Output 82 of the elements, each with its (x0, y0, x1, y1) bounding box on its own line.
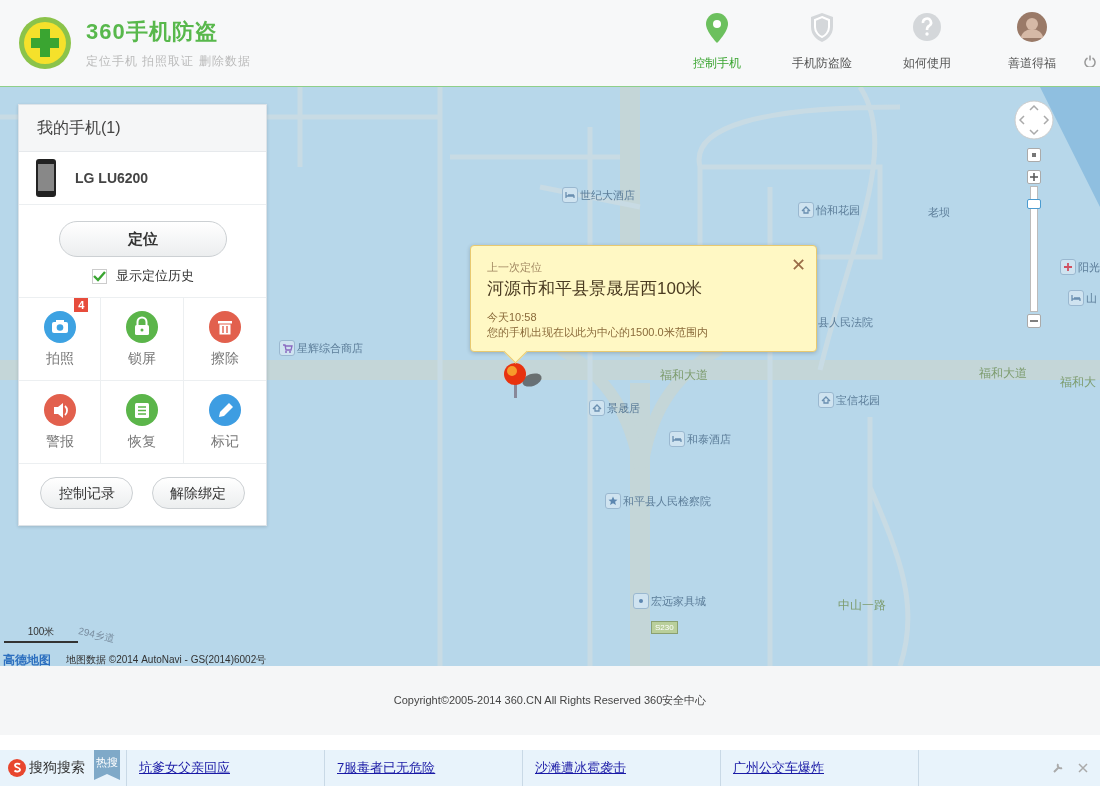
place-label: 山 (1086, 290, 1097, 306)
news-link[interactable]: 7服毒者已无危险 (337, 759, 436, 777)
bed-icon (1068, 290, 1084, 306)
copyright-text: Copyright©2005-2014 360.CN All Rights Reserved 360安全中心 (393, 693, 707, 708)
place-label: 星辉综合商店 (297, 340, 363, 356)
plus-icon (1030, 173, 1038, 181)
slider-thumb[interactable] (1027, 198, 1041, 209)
hot-search-tag: 热搜 (94, 750, 120, 780)
reset-button[interactable] (1027, 148, 1041, 162)
action-button[interactable]: 拍照 4 (19, 298, 102, 381)
cross-icon (1060, 259, 1076, 275)
speaker-icon (42, 393, 77, 427)
road-label: 福和大道 (979, 365, 1027, 382)
search-logo-icon (8, 759, 26, 777)
pencil-icon (207, 393, 242, 427)
history-checkbox[interactable] (91, 268, 107, 284)
minus-icon (1030, 317, 1038, 325)
road-label: 294乡道 (76, 624, 116, 646)
place-label: 县人民法院 (818, 315, 873, 330)
brand-title: 360手机防盗 (86, 17, 219, 46)
news-link[interactable]: 广州公交车爆炸 (733, 759, 824, 777)
zoom-slider[interactable] (1030, 186, 1038, 312)
help-icon (911, 11, 942, 43)
action-button[interactable]: 恢复 (101, 381, 184, 464)
zoom-in-button[interactable] (1027, 170, 1041, 184)
place-label: 宏远家具城 (651, 593, 706, 609)
lock-icon (125, 310, 159, 344)
locate-button[interactable]: 定位 (58, 221, 227, 257)
news-link[interactable]: 沙滩遭冰雹袭击 (535, 759, 626, 777)
place-label: 和泰酒店 (687, 431, 731, 447)
place-label: 宝信花园 (836, 392, 880, 408)
wrench-icon[interactable] (1052, 762, 1064, 774)
power-icon[interactable] (1084, 55, 1096, 67)
road-label: 福和大 (1060, 374, 1096, 391)
house-icon (818, 392, 834, 408)
close-icon[interactable] (1078, 763, 1088, 773)
popup-label: 上一次定位 (487, 260, 542, 275)
house-icon (589, 400, 605, 416)
avatar-icon (1016, 11, 1047, 43)
count-badge: 4 (74, 298, 89, 312)
place-label: 怡和花园 (816, 202, 860, 218)
cart-icon (279, 340, 295, 356)
place-label: 和平县人民检察院 (623, 493, 711, 509)
panel-button[interactable]: 解除绑定 (151, 477, 245, 509)
logo-icon (18, 16, 72, 70)
pan-control-icon[interactable] (1014, 100, 1054, 140)
map-pin-icon (504, 363, 542, 398)
news-link[interactable]: 坑爹女父亲回应 (139, 759, 230, 777)
action-button[interactable]: 标记 (183, 381, 266, 464)
nav-tab[interactable]: 如何使用 (874, 0, 979, 86)
action-button[interactable]: 锁屏 (101, 298, 184, 381)
road-label: 中山一路 (838, 597, 886, 614)
checkbox-label: 显示定位历史 (115, 267, 194, 285)
map-provider-logo: 高德地图 (3, 652, 51, 666)
bed-icon (562, 187, 578, 203)
bed-icon (669, 431, 685, 447)
location-time: 今天10:58 (487, 310, 537, 325)
nav-tab[interactable]: 手机防盗险 (769, 0, 874, 86)
camera-icon (42, 310, 77, 344)
action-button[interactable]: 警报 (19, 381, 102, 464)
close-button[interactable]: ✕ (790, 254, 806, 276)
map-scale: 100米 (4, 625, 78, 643)
location-accuracy-note: 您的手机出现在以此为中心的1500.0米范围内 (487, 325, 708, 340)
search-brand: 搜狗搜索 (29, 759, 85, 777)
place-label: 世纪大酒店 (580, 187, 635, 203)
phone-icon (35, 158, 57, 198)
zoom-out-button[interactable] (1027, 314, 1041, 328)
location-address: 河源市和平县景晟居西100米 (487, 278, 704, 300)
route-shield: S230 (651, 621, 678, 634)
document-icon (125, 393, 159, 427)
place-label: 阳光 (1078, 259, 1100, 275)
device-name: LG LU6200 (75, 170, 149, 186)
panel-title: 我的手机(1) (19, 105, 266, 152)
place-label: 老坝 (928, 205, 950, 220)
place-label: 景晟居 (607, 400, 640, 416)
map-attribution: 地图数据 ©2014 AutoNavi - GS(2014)6002号 (66, 653, 267, 666)
user-menu[interactable]: 善道得福 (979, 0, 1084, 86)
trash-icon (207, 310, 242, 344)
house-icon (798, 202, 814, 218)
action-button[interactable]: 擦除 (183, 298, 266, 381)
panel-button[interactable]: 控制记录 (40, 477, 134, 509)
road-label: 福和大道 (660, 367, 708, 384)
